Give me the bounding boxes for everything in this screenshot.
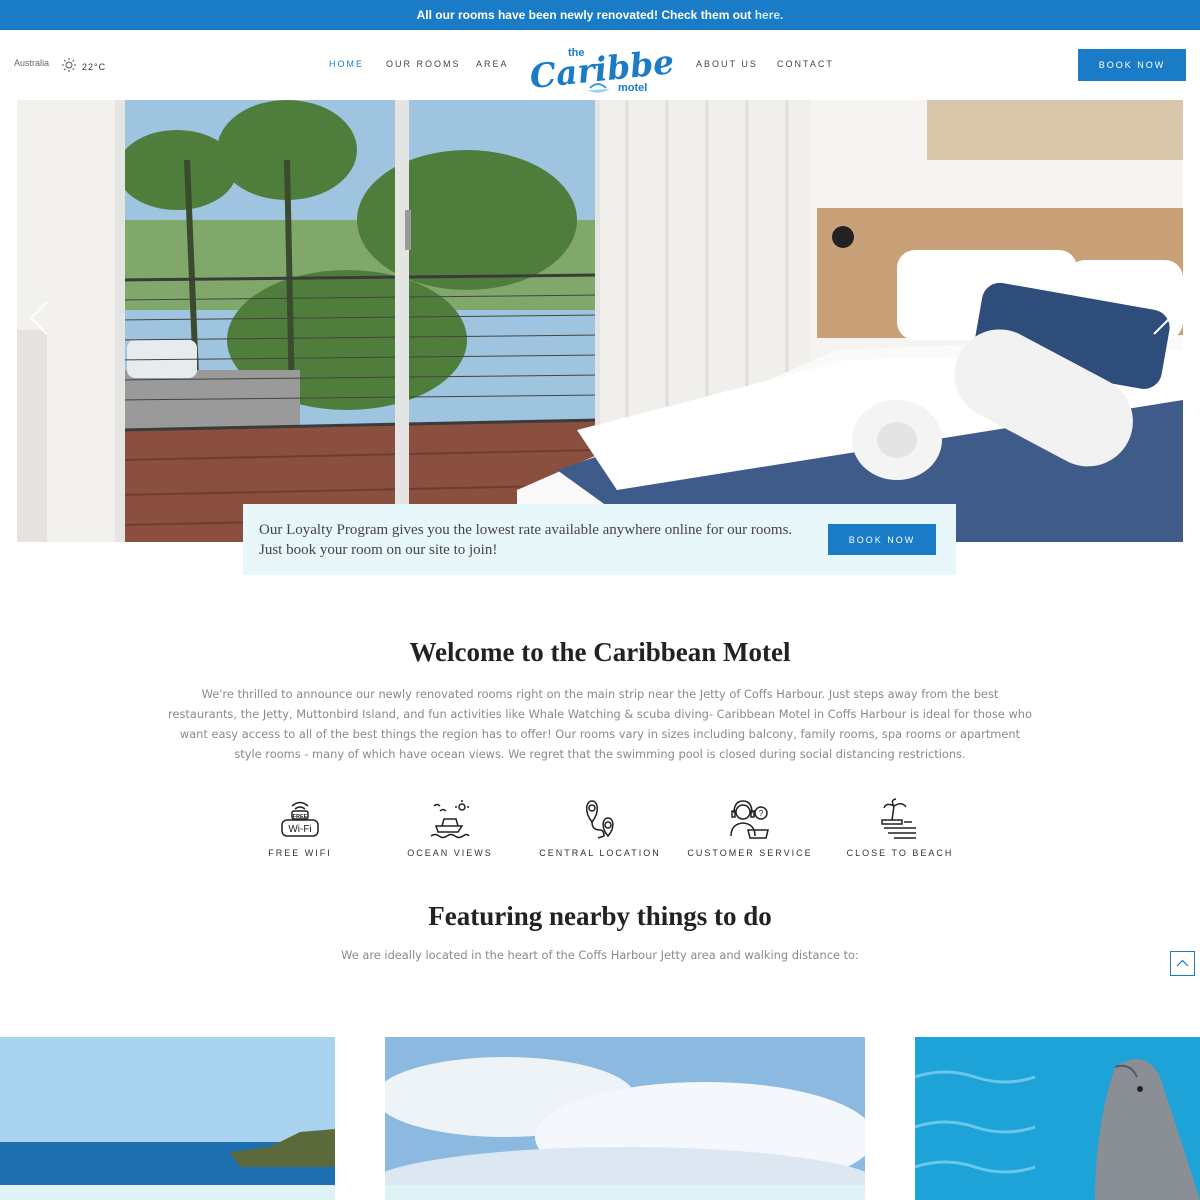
nav-home[interactable]: HOME bbox=[329, 59, 364, 69]
announcement-link[interactable]: here. bbox=[755, 8, 784, 22]
feature-central-location: CENTRAL LOCATION bbox=[525, 798, 675, 858]
site-header: Australia 22°C HOME OUR ROOMS AREA the C… bbox=[0, 30, 1200, 100]
book-now-button[interactable]: BOOK NOW bbox=[1078, 49, 1186, 81]
chevron-up-icon bbox=[1176, 959, 1189, 967]
promo-book-now-button[interactable]: BOOK NOW bbox=[828, 524, 936, 555]
announcement-text: All our rooms have been newly renovated!… bbox=[416, 8, 755, 22]
feature-label: OCEAN VIEWS bbox=[407, 848, 493, 858]
feature-ocean-views: OCEAN VIEWS bbox=[375, 798, 525, 858]
announcement-bar: All our rooms have been newly renovated!… bbox=[0, 0, 1200, 30]
back-to-top-button[interactable] bbox=[1170, 951, 1195, 976]
sun-icon bbox=[62, 57, 76, 76]
beach-image bbox=[0, 1037, 335, 1200]
nav-about-us[interactable]: ABOUT US bbox=[696, 59, 758, 69]
wifi-badge-free: FREE bbox=[293, 814, 308, 820]
feature-label: FREE WIFI bbox=[268, 848, 332, 858]
weather-widget: 22°C bbox=[62, 57, 106, 76]
sky-image bbox=[385, 1037, 865, 1200]
support-agent-icon: ? bbox=[675, 798, 825, 842]
wifi-icon: FREE Wi-Fi bbox=[225, 798, 375, 842]
feature-free-wifi: FREE Wi-Fi FREE WIFI bbox=[225, 798, 375, 858]
nav-contact[interactable]: CONTACT bbox=[777, 59, 834, 69]
nav-our-rooms[interactable]: OUR ROOMS bbox=[386, 59, 461, 69]
nearby-tile-dolphin[interactable] bbox=[915, 1037, 1200, 1200]
boat-icon bbox=[375, 798, 525, 842]
welcome-title: Welcome to the Caribbean Motel bbox=[409, 637, 791, 667]
nearby-tile-beach[interactable] bbox=[0, 1037, 335, 1200]
loyalty-promo-text: Our Loyalty Program gives you the lowest… bbox=[259, 522, 793, 558]
hero-image bbox=[17, 100, 1183, 542]
slider-next-arrow[interactable] bbox=[1150, 298, 1174, 338]
svg-text:?: ? bbox=[759, 809, 764, 818]
palm-beach-icon bbox=[825, 798, 975, 842]
slider-prev-arrow[interactable] bbox=[27, 298, 51, 338]
svg-text:Caribbean: Caribbean bbox=[528, 37, 674, 96]
hero-slider bbox=[17, 100, 1183, 542]
feature-close-to-beach: CLOSE TO BEACH bbox=[825, 798, 975, 858]
wifi-badge-label: Wi-Fi bbox=[288, 824, 311, 835]
loyalty-promo: Our Loyalty Program gives you the lowest… bbox=[243, 504, 956, 575]
location-label: Australia bbox=[14, 58, 50, 68]
nearby-subtitle: We are ideally located in the heart of t… bbox=[341, 948, 859, 962]
welcome-body: We're thrilled to announce our newly ren… bbox=[168, 687, 1032, 761]
feature-label: CLOSE TO BEACH bbox=[846, 848, 954, 858]
feature-label: CENTRAL LOCATION bbox=[539, 848, 661, 858]
caribbean-motel-logo[interactable]: the Caribbean motel bbox=[528, 34, 721, 98]
temperature: 22°C bbox=[82, 61, 107, 72]
dolphin-image bbox=[915, 1037, 1200, 1200]
nav-area[interactable]: AREA bbox=[476, 59, 509, 69]
feature-customer-service: ? CUSTOMER SERVICE bbox=[675, 798, 825, 858]
nearby-tile-whale-watching[interactable] bbox=[385, 1037, 865, 1200]
svg-text:motel: motel bbox=[618, 82, 647, 94]
nearby-title: Featuring nearby things to do bbox=[428, 901, 772, 931]
location-pin-icon bbox=[525, 798, 675, 842]
feature-label: CUSTOMER SERVICE bbox=[687, 848, 813, 858]
